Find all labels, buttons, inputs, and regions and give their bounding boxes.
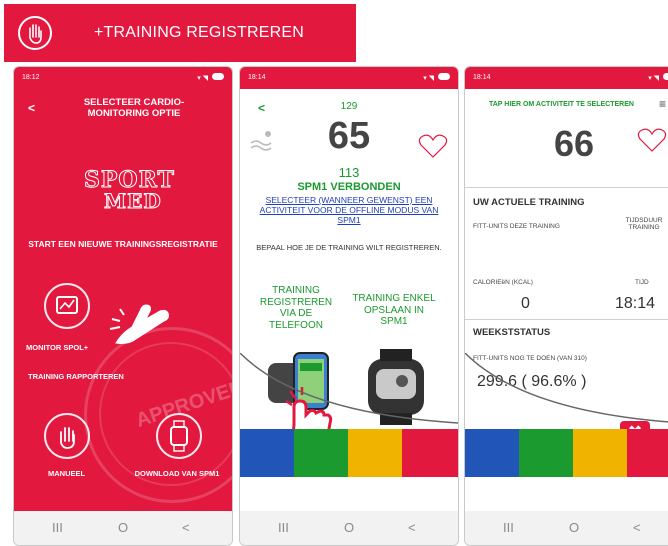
android-nav-bar: III O < (465, 511, 668, 545)
manueel-label: MANUEEL (48, 469, 86, 478)
fitt-units-label: FITT-UNITS DEZE TRAINING (473, 223, 560, 230)
intensity-curve (240, 353, 458, 424)
calories-value: 0 (521, 295, 530, 312)
intensity-curve (465, 353, 668, 423)
watch-icon (170, 420, 188, 452)
status-time: 18:14 (473, 74, 491, 81)
zone-blue (465, 429, 519, 477)
heart-icon (637, 127, 667, 158)
status-bar: 18:12 ▾ ◥ (14, 67, 232, 89)
android-nav-bar: III O < (240, 511, 458, 545)
phone-screen-spm1-connected: 18:14 ▾ ◥ < 129 65 113 SPM1 VERBONDEN SE… (239, 66, 459, 546)
monitor-spol-label: MONITOR SPOL+ (26, 343, 89, 352)
monitor-spol-button[interactable] (44, 283, 90, 329)
duration-label: TIJDSDUUR TRAINING (625, 217, 663, 231)
nav-back-button[interactable]: < (182, 520, 190, 535)
battery-icon (212, 73, 224, 80)
menu-icon[interactable]: ≡ (659, 97, 666, 111)
status-icons: ▾ ◥ (648, 73, 668, 82)
phone-screen-current-training: 18:14 ▾ ◥ TAP HIER OM ACTIVITEIT TE SELE… (464, 66, 668, 546)
zone-red (402, 429, 458, 477)
current-training-title: UW ACTUELE TRAINING (473, 197, 585, 208)
status-bar: 18:14 ▾ ◥ (465, 67, 668, 89)
time-label: TIJD (635, 279, 649, 286)
zone-yellow (348, 429, 402, 477)
nav-recent-button[interactable]: III (503, 520, 514, 535)
calories-label: CALORIEëN (KCAL) (473, 279, 533, 286)
download-spm1-button[interactable] (156, 413, 202, 459)
page-title: SELECTEER CARDIO-MONITORING OPTIE (83, 97, 185, 119)
screen-background: 18:14 ▾ ◥ TAP HIER OM ACTIVITEIT TE SELE… (465, 67, 668, 511)
zone-red (627, 429, 668, 477)
nav-home-button[interactable]: O (344, 520, 354, 535)
download-spm1-label: DOWNLOAD VAN SPM1 (134, 469, 220, 478)
nav-home-button[interactable]: O (118, 520, 128, 535)
monitor-icon (56, 296, 78, 314)
tap-select-activity[interactable]: TAP HIER OM ACTIVITEIT TE SELECTEREN (489, 101, 634, 108)
zone-yellow (573, 429, 627, 477)
max-heart-rate-value: 129 (340, 101, 358, 112)
spm1-connected-status: SPM1 VERBONDEN (297, 181, 401, 193)
phone-screen-cardio-option: 18:12 ▾ ◥ < SELECTEER CARDIO-MONITORING … (13, 66, 233, 546)
screen-background: 18:14 ▾ ◥ < 129 65 113 SPM1 VERBONDEN SE… (240, 67, 458, 511)
hand-stop-icon (60, 427, 75, 449)
android-nav-bar: III O < (14, 511, 232, 545)
time-value: 18:14 (615, 295, 656, 312)
manueel-button[interactable] (44, 413, 90, 459)
zone-blue (240, 429, 294, 477)
logo-med: MED (104, 189, 162, 214)
battery-icon (438, 73, 450, 80)
status-icons: ▾ ◥ (423, 73, 450, 82)
select-offline-activity-link[interactable]: SELECTEER (WANNEER GEWENST) EEN ACTIVITE… (250, 195, 448, 225)
training-registreren-banner[interactable]: +TRAINING REGISTREREN (4, 4, 356, 62)
status-time: 18:12 (22, 74, 40, 81)
nav-back-button[interactable]: < (408, 520, 416, 535)
nav-recent-button[interactable]: III (278, 520, 289, 535)
back-button[interactable]: < (28, 101, 35, 115)
status-icons: ▾ ◥ (197, 73, 224, 82)
min-heart-rate-value: 113 (338, 165, 360, 180)
heart-icon (418, 133, 448, 164)
divider (465, 319, 668, 320)
status-bar: 18:14 ▾ ◥ (240, 67, 458, 89)
banner-label: +TRAINING REGISTREREN (94, 24, 305, 41)
nav-home-button[interactable]: O (569, 520, 579, 535)
zone-green (519, 429, 573, 477)
zone-green (294, 429, 348, 477)
week-status-title: WEEKSTSTATUS (473, 327, 551, 338)
nav-back-button[interactable]: < (633, 520, 641, 535)
status-time: 18:14 (248, 74, 266, 81)
hand-stop-icon (18, 16, 52, 50)
divider (465, 187, 668, 188)
training-rapporteren-label: TRAINING RAPPORTEREN (28, 372, 124, 381)
nav-recent-button[interactable]: III (52, 520, 63, 535)
option-store-in-spm1[interactable]: TRAINING ENKEL OPSLAAN IN SPM1 (350, 293, 438, 328)
battery-icon (663, 73, 668, 80)
option-register-via-phone[interactable]: TRAINING REGISTREREN VIA DE TELEFOON (252, 285, 340, 331)
choose-registration-instruction: BEPAAL HOE JE DE TRAINING WILT REGISTRER… (256, 243, 442, 252)
start-new-registration-label: START EEN NIEUWE TRAININGSREGISTRATIE (28, 239, 218, 249)
screen-background: 18:12 ▾ ◥ < SELECTEER CARDIO-MONITORING … (14, 67, 232, 511)
pointing-hand-icon (106, 299, 176, 362)
